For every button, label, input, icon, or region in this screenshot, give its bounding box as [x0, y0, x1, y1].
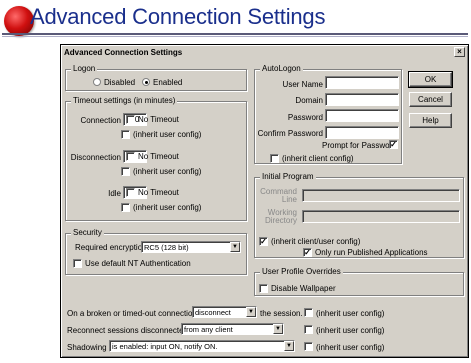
reconnect-label: Reconnect sessions disconnected — [67, 326, 188, 335]
encryption-value: RC5 (128 bit) — [144, 243, 189, 252]
published-only-checkbox[interactable]: ✓ — [303, 248, 312, 257]
user-name-label: User Name — [282, 80, 323, 89]
chevron-down-icon[interactable]: ▼ — [284, 341, 294, 351]
idle-no-timeout-checkbox[interactable] — [126, 188, 135, 197]
confirm-password-input[interactable] — [325, 126, 399, 139]
idle-no-timeout-label: No Timeout — [138, 188, 179, 197]
disconnection-no-timeout-label: No Timeout — [138, 152, 179, 161]
logon-enabled-label: Enabled — [153, 78, 183, 87]
prompt-password-label: Prompt for Password — [322, 141, 397, 150]
disconnection-inherit-label: (inherit user config) — [133, 167, 202, 176]
connection-no-timeout-label: No Timeout — [138, 115, 179, 124]
broken-connection-value: disconnect — [195, 308, 231, 317]
connection-label: Connection — [80, 116, 121, 125]
shadowing-select[interactable]: is enabled: input ON, notify ON. ▼ — [109, 340, 295, 352]
disconnection-no-timeout-checkbox[interactable] — [126, 152, 135, 161]
published-only-label: Only run Published Applications — [315, 248, 428, 257]
shadowing-inherit-checkbox[interactable] — [304, 342, 313, 351]
autologon-group-label: AutoLogon — [260, 64, 303, 73]
logon-disabled-radio[interactable] — [93, 78, 101, 86]
close-button[interactable]: × — [454, 47, 465, 57]
idle-inherit-label: (inherit user config) — [133, 203, 202, 212]
broken-connection-label: On a broken or timed-out connection, — [67, 309, 200, 318]
reconnect-select[interactable]: from any client ▼ — [181, 323, 284, 335]
cancel-button[interactable]: Cancel — [409, 92, 452, 107]
disconnection-inherit-checkbox[interactable] — [121, 167, 130, 176]
nt-auth-checkbox[interactable] — [73, 259, 82, 268]
user-profile-group-label: User Profile Overrides — [260, 267, 343, 276]
initial-program-inherit-label: (inherit client/user config) — [271, 237, 361, 246]
domain-input[interactable] — [325, 93, 399, 106]
chevron-down-icon[interactable]: ▼ — [230, 242, 240, 252]
disconnection-label: Disconnection — [70, 153, 121, 162]
initial-program-group-label: Initial Program — [260, 172, 316, 181]
command-line-input[interactable] — [302, 189, 460, 202]
logon-enabled-radio[interactable] — [142, 78, 150, 86]
idle-label: Idle — [108, 189, 121, 198]
autologon-inherit-checkbox[interactable] — [270, 154, 279, 163]
initial-program-inherit-checkbox[interactable]: ✓ — [259, 237, 268, 246]
shadowing-value: is enabled: input ON, notify ON. — [112, 342, 218, 351]
idle-inherit-checkbox[interactable] — [121, 203, 130, 212]
broken-inherit-label: (inherit user config) — [316, 309, 385, 318]
broken-inherit-checkbox[interactable] — [304, 308, 313, 317]
working-directory-label: Working Directory — [264, 208, 297, 225]
radio-selected-dot — [145, 81, 148, 84]
shadowing-label: Shadowing — [67, 343, 107, 352]
reconnect-value: from any client — [184, 325, 233, 334]
confirm-password-label: Confirm Password — [257, 129, 323, 138]
dialog-titlebar: Advanced Connection Settings × — [62, 46, 467, 59]
reconnect-inherit-label: (inherit user config) — [316, 326, 385, 335]
chevron-down-icon[interactable]: ▼ — [246, 307, 256, 317]
logon-disabled-label: Disabled — [104, 78, 136, 87]
slide-title: Advanced Connection Settings — [30, 4, 326, 29]
reconnect-inherit-checkbox[interactable] — [304, 325, 313, 334]
slide-divider-shadow — [2, 36, 468, 37]
security-group-label: Security — [71, 228, 104, 237]
password-label: Password — [287, 113, 323, 122]
autologon-inherit-label: (inherit client config) — [282, 154, 354, 163]
advanced-connection-settings-dialog: Advanced Connection Settings × Logon Dis… — [60, 44, 469, 358]
nt-auth-label: Use default NT Authentication — [85, 259, 191, 268]
help-button[interactable]: Help — [409, 113, 452, 128]
prompt-password-checkbox[interactable]: ✓ — [389, 140, 398, 149]
domain-label: Domain — [295, 96, 323, 105]
working-directory-input[interactable] — [302, 210, 460, 223]
encryption-select[interactable]: RC5 (128 bit) ▼ — [141, 241, 241, 253]
connection-inherit-label: (inherit user config) — [133, 130, 202, 139]
user-name-input[interactable] — [325, 76, 399, 89]
timeout-group-label: Timeout settings (in minutes) — [71, 96, 178, 105]
encryption-label: Required encryption — [75, 243, 147, 252]
logon-group-label: Logon — [71, 64, 98, 73]
broken-connection-suffix: the session. — [260, 309, 303, 318]
disable-wallpaper-label: Disable Wallpaper — [271, 284, 336, 293]
connection-no-timeout-checkbox[interactable] — [126, 115, 135, 124]
slide-divider — [2, 33, 468, 35]
command-line-label: Command Line — [260, 187, 297, 204]
password-input[interactable] — [325, 109, 399, 122]
dialog-title: Advanced Connection Settings — [64, 48, 183, 57]
ok-button[interactable]: OK — [408, 71, 453, 88]
broken-connection-select[interactable]: disconnect ▼ — [192, 306, 257, 318]
disable-wallpaper-checkbox[interactable] — [259, 284, 268, 293]
chevron-down-icon[interactable]: ▼ — [273, 324, 283, 334]
shadowing-inherit-label: (inherit user config) — [316, 343, 385, 352]
security-group: Security — [65, 228, 247, 275]
connection-inherit-checkbox[interactable] — [121, 130, 130, 139]
